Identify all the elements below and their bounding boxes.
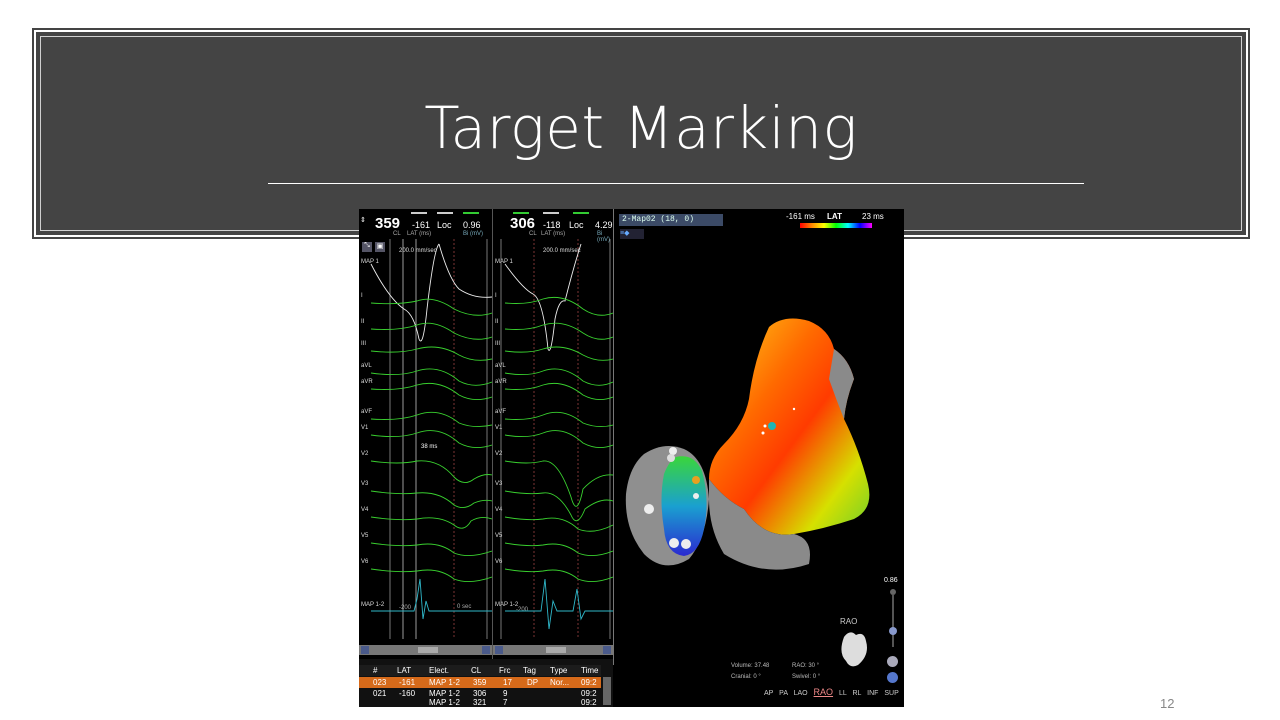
table-cell: 17 <box>503 678 512 687</box>
cycle-length: 359 <box>375 215 401 232</box>
egm-traces-left <box>370 239 492 639</box>
swivel-value: 0 ° <box>812 674 821 680</box>
table-header: # LAT Elect. CL Frc Tag Type Time <box>359 665 601 676</box>
status-bar <box>573 212 589 214</box>
map-panel: 2-Map02 (18, 0) ≡◆ -161 ms LAT 23 ms Vol… <box>614 209 904 707</box>
cycle-length: 306 <box>510 215 536 232</box>
mapping-screenshot: ⇕ 359 -161 Loc 0.96 CL LAT (ms) Bi (mV) … <box>359 209 904 707</box>
table-cell: Nor... <box>550 678 570 687</box>
column-header[interactable]: Frc <box>499 666 511 675</box>
egm-header-right: 306 -118 Loc 4.29 CL LAT (ms) Bi (mV) <box>493 209 613 243</box>
bi-label: Bi (mV) <box>463 231 483 237</box>
view-sup-button[interactable]: SUP <box>884 690 898 697</box>
table-cell: 321 <box>473 698 487 707</box>
help-icon[interactable] <box>887 672 898 683</box>
scroll-right-icon[interactable] <box>603 646 611 654</box>
cranial-value: 0 ° <box>753 674 761 680</box>
status-bar <box>411 212 427 214</box>
slider-thumb[interactable] <box>889 627 897 635</box>
scroll-right-icon[interactable] <box>482 646 490 654</box>
rao-label: RAO: <box>792 663 807 669</box>
bipolar-value: 0.96 <box>463 220 481 230</box>
table-cell: 09:2 <box>581 698 597 707</box>
slide: Target Marking ⇕ 359 -161 Loc 0.96 CL LA… <box>0 0 1280 720</box>
view-ap-button[interactable]: AP <box>764 690 773 697</box>
column-header[interactable]: Time <box>581 666 598 675</box>
bipolar-value: 4.29 <box>595 220 613 230</box>
view-rl-button[interactable]: RL <box>852 690 861 697</box>
status-bar <box>463 212 479 214</box>
points-table: # LAT Elect. CL Frc Tag Type Time 023 -1… <box>359 659 613 707</box>
status-bar <box>437 212 453 214</box>
scroll-left-icon[interactable] <box>361 646 369 654</box>
table-cell: MAP 1-2 <box>429 698 460 707</box>
loc-label: Loc <box>569 220 584 230</box>
view-presets: AP PA LAO RAO LL RL INF SUP <box>764 687 899 697</box>
title-band: Target Marking <box>32 28 1250 239</box>
egm-scrollbar-left[interactable] <box>359 645 492 655</box>
cranial-label: Cranial: <box>731 674 752 680</box>
table-scrollbar[interactable] <box>603 677 611 705</box>
table-cell: 359 <box>473 678 487 687</box>
egm-traces-right <box>500 239 613 639</box>
table-cell: 09:2 <box>581 678 597 687</box>
view-rao-button[interactable]: RAO <box>814 687 834 697</box>
table-row[interactable]: 023 -161 MAP 1-2 359 17 DP Nor... 09:2 <box>359 677 601 688</box>
cl-label: CL <box>393 231 401 237</box>
table-row[interactable]: MAP 1-2 321 7 09:2 <box>359 697 601 707</box>
volume-label: Volume: <box>731 663 753 669</box>
lat-label: LAT (ms) <box>407 231 432 237</box>
table-cell: DP <box>527 678 539 687</box>
status-bar <box>513 212 529 214</box>
swivel-label: Swivel: <box>792 674 812 680</box>
scroll-left-icon[interactable] <box>495 646 503 654</box>
lat-value: -161 <box>412 220 431 230</box>
view-pa-button[interactable]: PA <box>779 690 787 697</box>
scroll-thumb[interactable] <box>545 647 566 653</box>
column-header[interactable]: Tag <box>523 666 536 675</box>
table-cell: -161 <box>399 678 416 687</box>
heart-orientation-icon <box>841 632 867 667</box>
view-angles: RAO: 30 ° Swivel: 0 ° <box>792 661 820 683</box>
page-number: 12 <box>1160 696 1175 711</box>
lat-label: LAT (ms) <box>541 231 566 237</box>
view-ll-button[interactable]: LL <box>839 690 847 697</box>
volume-value: 37.48 <box>754 663 770 669</box>
table-cell: 7 <box>503 698 508 707</box>
header-toggle-icon[interactable]: ⇕ <box>360 216 366 224</box>
cl-label: CL <box>529 231 537 237</box>
column-header[interactable]: Type <box>550 666 567 675</box>
egm-panel-left: ⇕ 359 -161 Loc 0.96 CL LAT (ms) Bi (mV) … <box>359 209 493 665</box>
scroll-thumb[interactable] <box>417 647 438 653</box>
egm-header-left: ⇕ 359 -161 Loc 0.96 CL LAT (ms) Bi (mV) <box>359 209 492 241</box>
orientation-label: RAO <box>840 617 858 626</box>
table-cell: 023 <box>373 678 387 687</box>
column-header[interactable]: LAT <box>397 666 411 675</box>
column-header[interactable]: CL <box>471 666 481 675</box>
egm-scrollbar-right[interactable] <box>493 645 613 655</box>
view-lao-button[interactable]: LAO <box>794 690 808 697</box>
lat-value: -118 <box>543 220 561 230</box>
status-bar <box>543 212 559 214</box>
view-inf-button[interactable]: INF <box>867 690 878 697</box>
slider-value: 0.86 <box>884 577 898 584</box>
loc-label: Loc <box>437 220 452 230</box>
column-header[interactable]: # <box>373 666 377 675</box>
rotate-icon[interactable] <box>887 656 898 667</box>
egm-panel-right: 306 -118 Loc 4.29 CL LAT (ms) Bi (mV) 20… <box>493 209 614 665</box>
view-stats: Volume: 37.48 Cranial: 0 ° <box>731 661 769 683</box>
column-header[interactable]: Elect. <box>429 666 449 675</box>
rao-value: 30 ° <box>808 663 820 669</box>
slide-title: Target Marking <box>424 94 858 162</box>
table-cell: MAP 1-2 <box>429 678 460 687</box>
transparency-slider[interactable] <box>892 595 894 647</box>
title-underline <box>268 183 1084 184</box>
